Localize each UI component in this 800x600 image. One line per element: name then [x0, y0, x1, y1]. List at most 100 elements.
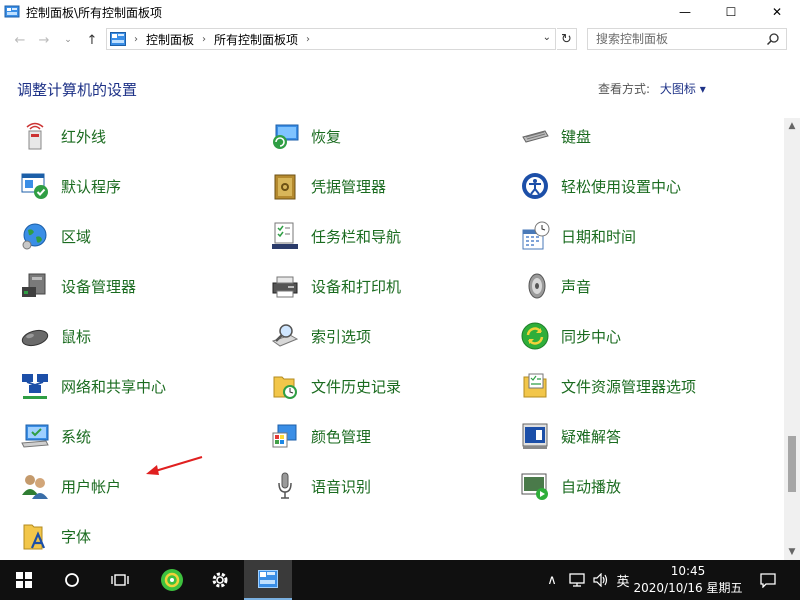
back-arrow-icon[interactable]: ←: [10, 30, 30, 50]
item-indexing-options[interactable]: 索引选项: [268, 316, 371, 356]
scroll-down-icon[interactable]: ▼: [784, 544, 800, 560]
cortana-circle-icon: [65, 573, 79, 587]
item-devices-printers[interactable]: 设备和打印机: [268, 266, 401, 306]
item-label: 键盘: [561, 127, 592, 146]
item-credential-manager[interactable]: 凭据管理器: [268, 166, 386, 206]
item-label: 任务栏和导航: [311, 227, 402, 246]
mouse-icon: [21, 329, 49, 347]
title-bar: 控制面板\所有控制面板项 — ☐ ✕: [0, 0, 800, 24]
breadcrumb-separator-icon[interactable]: ›: [134, 34, 138, 45]
item-label: 索引选项: [311, 327, 372, 346]
item-region[interactable]: 区域: [18, 216, 91, 256]
maximize-button[interactable]: ☐: [708, 0, 754, 24]
refresh-icon[interactable]: ↻: [557, 28, 577, 50]
view-by-dropdown[interactable]: 大图标 ▾: [660, 82, 706, 96]
keyboard-icon: [522, 130, 549, 143]
item-device-manager[interactable]: 设备管理器: [18, 266, 136, 306]
item-file-explorer-options[interactable]: 文件资源管理器选项: [518, 366, 696, 406]
page-title: 调整计算机的设置: [17, 81, 138, 99]
input-method-indicator[interactable]: 英: [612, 560, 634, 600]
task-view-button[interactable]: [96, 560, 144, 600]
taskbar-settings[interactable]: [196, 560, 244, 600]
item-label: 文件资源管理器选项: [561, 377, 697, 396]
vertical-scrollbar[interactable]: ▲ ▼: [784, 118, 800, 560]
item-label: 系统: [61, 427, 92, 446]
troubleshooting-icon: [522, 423, 548, 449]
forward-arrow-icon[interactable]: →: [34, 30, 54, 50]
breadcrumb-control-panel[interactable]: 控制面板: [146, 31, 194, 48]
address-dropdown-icon[interactable]: ⌄: [543, 32, 551, 43]
item-infrared[interactable]: 红外线: [18, 118, 106, 156]
item-keyboard[interactable]: 键盘: [518, 118, 591, 156]
default-programs-icon: [21, 173, 48, 199]
view-by-label: 查看方式:: [598, 82, 651, 96]
item-label: 鼠标: [61, 327, 92, 346]
region-globe-icon: [22, 223, 47, 250]
up-arrow-icon[interactable]: ↑: [82, 30, 102, 50]
item-file-history[interactable]: 文件历史记录: [268, 366, 401, 406]
item-recovery[interactable]: 恢复: [268, 118, 341, 156]
taskbar-app-360[interactable]: [148, 560, 196, 600]
control-panel-items: 红外线 恢复 键盘 默认程序 凭据管理器 轻松使用设置中心 区域 任务栏和导航 …: [0, 118, 784, 560]
recent-locations-chevron-icon[interactable]: ⌄: [58, 30, 78, 50]
action-center-button[interactable]: [756, 560, 780, 600]
item-mouse[interactable]: 鼠标: [18, 316, 91, 356]
item-system[interactable]: 系统: [18, 416, 91, 456]
credential-manager-icon: [274, 174, 296, 200]
close-button[interactable]: ✕: [754, 0, 800, 24]
item-label: 疑难解答: [561, 427, 622, 446]
search-box[interactable]: [587, 28, 787, 50]
item-date-time[interactable]: 日期和时间: [518, 216, 636, 256]
item-network-sharing[interactable]: 网络和共享中心: [18, 366, 166, 406]
item-label: 颜色管理: [311, 427, 372, 446]
ease-of-access-icon: [522, 173, 548, 199]
window-title: 控制面板\所有控制面板项: [26, 5, 163, 20]
search-icon[interactable]: [766, 32, 780, 46]
item-sync-center[interactable]: 同步中心: [518, 316, 621, 356]
item-ease-of-access[interactable]: 轻松使用设置中心: [518, 166, 681, 206]
item-label: 文件历史记录: [311, 377, 402, 396]
item-label: 区域: [61, 227, 92, 246]
date-time-icon: [522, 221, 550, 250]
item-label: 自动播放: [561, 477, 622, 496]
item-troubleshooting[interactable]: 疑难解答: [518, 416, 621, 456]
scroll-thumb[interactable]: [788, 436, 796, 492]
windows-logo-icon: [16, 572, 32, 588]
network-icon[interactable]: [566, 560, 588, 600]
recovery-icon: [273, 124, 299, 149]
item-label: 设备和打印机: [311, 277, 402, 296]
start-button[interactable]: [0, 560, 48, 600]
clock-date: 2020/10/16 星期五: [633, 581, 743, 595]
address-bar[interactable]: › 控制面板 › 所有控制面板项 › ⌄: [106, 28, 556, 50]
search-input[interactable]: [596, 32, 766, 46]
breadcrumb-separator-icon[interactable]: ›: [202, 34, 206, 45]
scroll-up-icon[interactable]: ▲: [784, 118, 800, 134]
item-user-accounts[interactable]: 用户帐户: [18, 466, 121, 506]
search-button[interactable]: [48, 560, 96, 600]
annotation-arrow-icon: [146, 456, 203, 475]
notification-icon: [760, 573, 776, 588]
microphone-icon: [278, 472, 292, 499]
devices-printers-icon: [272, 276, 298, 298]
item-label: 字体: [61, 527, 92, 546]
item-autoplay[interactable]: 自动播放: [518, 466, 621, 506]
item-fonts[interactable]: 字体: [18, 516, 91, 556]
autoplay-icon: [521, 473, 548, 500]
item-sound[interactable]: 声音: [518, 266, 591, 306]
item-taskbar-navigation[interactable]: 任务栏和导航: [268, 216, 401, 256]
item-color-management[interactable]: 颜色管理: [268, 416, 371, 456]
minimize-button[interactable]: —: [662, 0, 708, 24]
item-default-programs[interactable]: 默认程序: [18, 166, 121, 206]
system-clock[interactable]: 10:45 2020/10/16 星期五: [632, 563, 744, 597]
volume-icon[interactable]: [590, 560, 612, 600]
item-label: 凭据管理器: [311, 177, 387, 196]
breadcrumb-separator-icon[interactable]: ›: [306, 34, 310, 45]
sync-center-icon: [521, 322, 549, 350]
view-by-control: 查看方式: 大图标 ▾: [598, 80, 706, 97]
item-speech-recognition[interactable]: 语音识别: [268, 466, 371, 506]
show-hidden-icons[interactable]: ∧: [542, 560, 562, 600]
fonts-folder-icon: [23, 524, 46, 550]
taskbar-control-panel[interactable]: [244, 560, 292, 600]
breadcrumb-all-items[interactable]: 所有控制面板项: [214, 31, 298, 48]
speaker-icon: [528, 273, 546, 299]
